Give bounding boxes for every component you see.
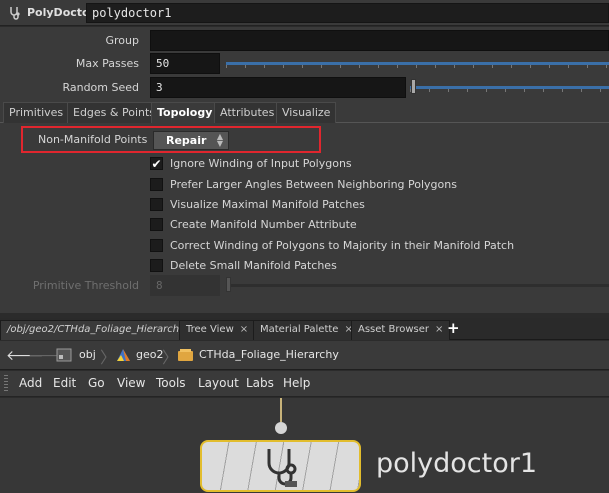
menu-view[interactable]: View bbox=[117, 376, 145, 390]
group-row: Group bbox=[0, 30, 609, 52]
random-seed-slider-ticks bbox=[410, 89, 609, 92]
add-tab-icon[interactable]: + bbox=[447, 319, 460, 337]
parameter-tabs: Primitives Edges & Points Topology Attri… bbox=[0, 102, 609, 123]
pane-tab-label: Material Palette bbox=[260, 324, 339, 335]
updown-arrows-icon: ▲ ▼ bbox=[216, 132, 223, 148]
digital-asset-icon bbox=[178, 349, 193, 361]
geometry-icon bbox=[117, 349, 130, 361]
parameter-panel: Group Max Passes 50 Random Seed 3 Primit… bbox=[0, 27, 609, 313]
max-passes-field[interactable]: 50 bbox=[150, 53, 220, 74]
menu-add[interactable]: Add bbox=[19, 376, 42, 390]
random-seed-label: Random Seed bbox=[62, 81, 139, 94]
stethoscope-icon bbox=[10, 7, 20, 20]
tab-topology[interactable]: Topology bbox=[151, 102, 219, 123]
pane-tab-label: Asset Browser bbox=[358, 324, 430, 335]
primitive-threshold-row: Primitive Threshold 8 bbox=[0, 275, 609, 297]
non-manifold-points-label: Non-Manifold Points bbox=[38, 133, 148, 146]
pane-tab-tree-view[interactable]: Tree View × bbox=[179, 320, 256, 340]
checkbox-label: Prefer Larger Angles Between Neighboring… bbox=[170, 178, 457, 191]
max-passes-slider-ticks bbox=[226, 65, 609, 68]
tab-visualize[interactable]: Visualize bbox=[276, 102, 337, 123]
primitive-threshold-handle bbox=[226, 277, 231, 292]
max-passes-slider[interactable] bbox=[226, 62, 609, 68]
random-seed-row: Random Seed 3 bbox=[0, 77, 609, 99]
network-view[interactable]: polydoctor1 bbox=[0, 398, 609, 493]
tab-primitives[interactable]: Primitives bbox=[3, 102, 70, 123]
menu-go[interactable]: Go bbox=[88, 376, 105, 390]
checkbox-prefer-larger-angles[interactable]: Prefer Larger Angles Between Neighboring… bbox=[150, 176, 609, 194]
checkbox-label: Create Manifold Number Attribute bbox=[170, 218, 357, 231]
non-manifold-points-value: Repair bbox=[166, 134, 207, 147]
breadcrumb-separator: 〉 bbox=[100, 348, 117, 367]
path-bar: 🡐 🡒 obj 〉 geo2 〉 CTHda_Foliage_Hierarchy bbox=[0, 341, 609, 370]
checkbox-label: Ignore Winding of Input Polygons bbox=[170, 157, 352, 170]
random-seed-slider-handle[interactable] bbox=[411, 79, 416, 94]
checkbox-ignore-winding[interactable]: ✔ Ignore Winding of Input Polygons bbox=[150, 155, 609, 173]
checkmark-icon[interactable]: ✔ bbox=[150, 157, 163, 170]
tab-edges-points[interactable]: Edges & Points bbox=[67, 102, 162, 123]
node-input-port[interactable] bbox=[275, 422, 287, 434]
menu-tools[interactable]: Tools bbox=[156, 376, 186, 390]
breadcrumb-obj[interactable]: obj bbox=[79, 345, 96, 366]
primitive-threshold-slider bbox=[226, 277, 609, 292]
network-menubar: Add Edit Go View Tools Layout Labs Help bbox=[0, 371, 609, 397]
random-seed-field[interactable]: 3 bbox=[150, 77, 406, 98]
breadcrumb-geo[interactable]: geo2 bbox=[136, 345, 163, 366]
non-manifold-points-menu[interactable]: Repair ▲ ▼ bbox=[153, 131, 229, 150]
checkbox-visualize-patches[interactable]: Visualize Maximal Manifold Patches bbox=[150, 196, 609, 214]
checkbox-box[interactable] bbox=[150, 239, 163, 252]
toolbar-grip-icon[interactable] bbox=[4, 375, 8, 393]
menu-labs[interactable]: Labs bbox=[246, 376, 274, 390]
primitive-threshold-field: 8 bbox=[150, 275, 220, 296]
close-icon[interactable]: × bbox=[240, 324, 248, 335]
non-manifold-points-row: Non-Manifold Points Repair ▲ ▼ bbox=[21, 126, 321, 153]
node-header: PolyDoctor polydoctor1 bbox=[0, 0, 609, 26]
node-name-label: polydoctor1 bbox=[376, 448, 538, 479]
checkbox-label: Visualize Maximal Manifold Patches bbox=[170, 198, 365, 211]
pane-tab-label: Tree View bbox=[186, 324, 234, 335]
menu-layout[interactable]: Layout bbox=[198, 376, 239, 390]
checkbox-label: Delete Small Manifold Patches bbox=[170, 259, 337, 272]
max-passes-label: Max Passes bbox=[75, 57, 139, 70]
primitive-threshold-label: Primitive Threshold bbox=[32, 279, 139, 292]
max-passes-row: Max Passes 50 bbox=[0, 53, 609, 75]
checkbox-manifold-number[interactable]: Create Manifold Number Attribute bbox=[150, 216, 609, 234]
pane-tabs: /obj/geo2/CTHda_Foliage_Hierarchy× Tree … bbox=[0, 318, 609, 340]
checkbox-label: Correct Winding of Polygons to Majority … bbox=[170, 239, 515, 252]
object-network-icon bbox=[56, 348, 72, 362]
checkbox-box[interactable] bbox=[150, 259, 163, 272]
breadcrumb-separator: 〉 bbox=[162, 348, 179, 367]
pane-tab-asset-browser[interactable]: Asset Browser × bbox=[351, 320, 451, 340]
menu-help[interactable]: Help bbox=[283, 376, 310, 390]
checkbox-delete-small-patches[interactable]: Delete Small Manifold Patches bbox=[150, 257, 609, 275]
pane-tab-network[interactable]: /obj/geo2/CTHda_Foliage_Hierarchy× bbox=[0, 320, 207, 340]
checkbox-box[interactable] bbox=[150, 218, 163, 231]
menu-edit[interactable]: Edit bbox=[53, 376, 76, 390]
close-icon[interactable]: × bbox=[435, 324, 443, 335]
checkbox-box[interactable] bbox=[150, 178, 163, 191]
pane-tab-label: /obj/geo2/CTHda_Foliage_Hierarchy bbox=[7, 324, 186, 335]
pane-tab-material-palette[interactable]: Material Palette × bbox=[253, 320, 360, 340]
stethoscope-icon bbox=[267, 449, 297, 487]
node-name-field[interactable]: polydoctor1 bbox=[86, 3, 609, 23]
breadcrumb-hda[interactable]: CTHda_Foliage_Hierarchy bbox=[199, 345, 339, 366]
checkbox-box[interactable] bbox=[150, 198, 163, 211]
input-wire[interactable] bbox=[280, 398, 282, 422]
group-label: Group bbox=[105, 34, 140, 47]
checkbox-correct-winding[interactable]: Correct Winding of Polygons to Majority … bbox=[150, 237, 609, 255]
group-field[interactable] bbox=[150, 30, 609, 51]
polydoctor-node[interactable] bbox=[200, 440, 361, 492]
node-type-label: PolyDoctor bbox=[27, 6, 96, 19]
tab-attributes[interactable]: Attributes bbox=[214, 102, 281, 123]
random-seed-slider[interactable] bbox=[410, 79, 609, 94]
